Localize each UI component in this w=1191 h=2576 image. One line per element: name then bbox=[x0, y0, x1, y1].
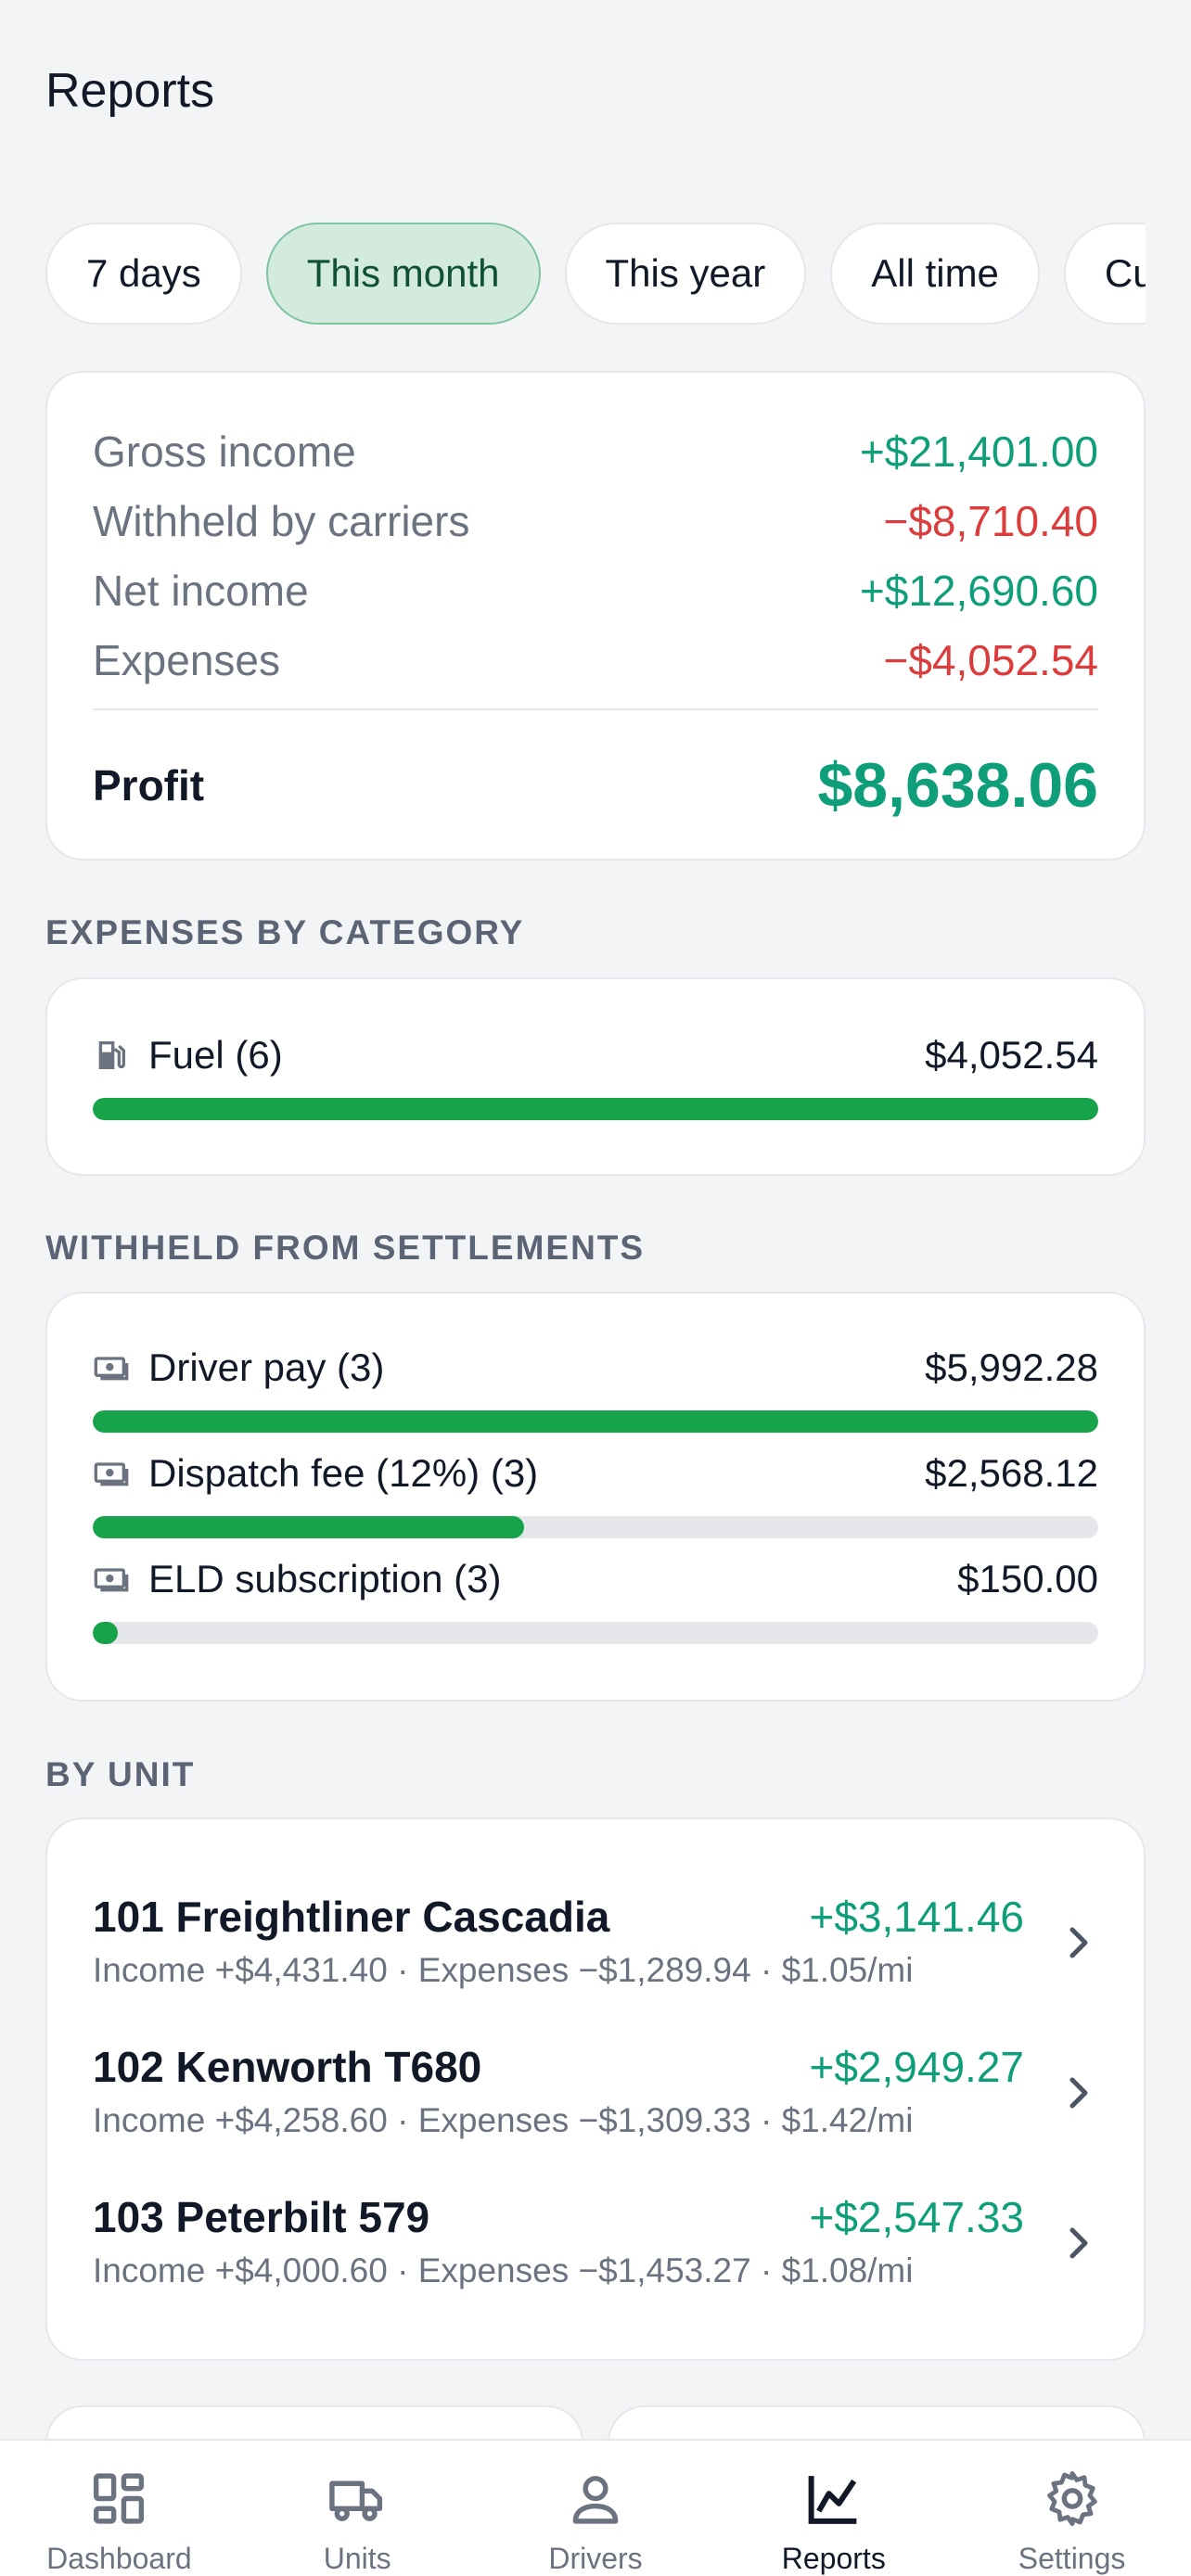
withheld-label: ELD subscription (3) bbox=[148, 1557, 502, 1600]
nav-label: Units bbox=[323, 2542, 391, 2575]
page-title: Reports bbox=[45, 64, 215, 118]
withheld-bar-track bbox=[93, 1622, 1098, 1644]
withheld-bar-fill bbox=[93, 1410, 1098, 1433]
by-unit-title: BY UNIT bbox=[45, 1755, 196, 1793]
nav-settings[interactable]: Settings bbox=[953, 2441, 1191, 2576]
withheld-bar-fill bbox=[93, 1516, 524, 1538]
unit-row-101[interactable]: 101 Freightliner Cascadia +$3,141.46 Inc… bbox=[93, 1892, 1098, 2012]
withheld-row-dispatch-fee[interactable]: Dispatch fee (12%) (3) $2,568.12 bbox=[93, 1446, 1098, 1548]
expenses-value: −$4,052.54 bbox=[883, 636, 1098, 684]
category-bar-track bbox=[93, 1098, 1098, 1120]
unit-profit: +$2,547.33 bbox=[809, 2193, 1024, 2241]
nav-dashboard[interactable]: Dashboard bbox=[0, 2441, 238, 2576]
withheld-amount: $5,992.28 bbox=[925, 1345, 1098, 1389]
summary-divider bbox=[93, 708, 1098, 710]
gear-icon bbox=[1046, 2470, 1097, 2527]
period-filter: 7 days This month This year All time Cus… bbox=[45, 223, 1146, 326]
withheld-row: Withheld by carriers −$8,710.40 bbox=[93, 493, 1098, 549]
bottom-nav: Dashboard Units Drivers Reports Settings bbox=[0, 2439, 1191, 2576]
expenses-label: Expenses bbox=[93, 636, 281, 684]
person-icon bbox=[572, 2476, 619, 2524]
nav-drivers[interactable]: Drivers bbox=[477, 2441, 715, 2576]
withheld-from-settlements-title: WITHHELD FROM SETTLEMENTS bbox=[45, 1229, 646, 1267]
nav-label: Settings bbox=[1018, 2542, 1126, 2575]
unit-details: Income +$4,431.40 · Expenses −$1,289.94 … bbox=[93, 1951, 914, 1989]
chevron-right-icon bbox=[1069, 2077, 1088, 2109]
category-row-fuel[interactable]: Fuel (6) $4,052.54 bbox=[93, 1027, 1098, 1129]
nav-units[interactable]: Units bbox=[238, 2441, 477, 2576]
fuel-icon bbox=[93, 1037, 130, 1074]
nav-label: Reports bbox=[781, 2542, 886, 2575]
unit-name: 103 Peterbilt 579 bbox=[93, 2193, 430, 2241]
withheld-row-eld-subscription[interactable]: ELD subscription (3) $150.00 bbox=[93, 1551, 1098, 1653]
gross-income-value: +$21,401.00 bbox=[859, 427, 1098, 476]
withheld-value: −$8,710.40 bbox=[883, 497, 1098, 545]
profit-value: $8,638.06 bbox=[817, 750, 1098, 821]
category-label: Fuel (6) bbox=[148, 1033, 283, 1077]
net-income-value: +$12,690.60 bbox=[859, 567, 1098, 615]
withheld-amount: $2,568.12 bbox=[925, 1451, 1098, 1495]
dashboard-icon bbox=[94, 2473, 145, 2524]
nav-label: Dashboard bbox=[46, 2542, 192, 2575]
nav-reports[interactable]: Reports bbox=[714, 2441, 953, 2576]
period-chip-7-days[interactable]: 7 days bbox=[45, 223, 242, 325]
chevron-right-icon bbox=[1069, 1927, 1088, 1958]
withheld-bar-track bbox=[93, 1410, 1098, 1433]
cash-icon bbox=[93, 1349, 130, 1386]
by-unit-card: 101 Freightliner Cascadia +$3,141.46 Inc… bbox=[45, 1817, 1146, 2361]
unit-name: 101 Freightliner Cascadia bbox=[93, 1893, 610, 1941]
chart-icon bbox=[808, 2476, 857, 2524]
profit-row: Profit $8,638.06 bbox=[93, 739, 1098, 832]
summary-card: Gross income +$21,401.00 Withheld by car… bbox=[45, 371, 1146, 861]
withheld-row-driver-pay[interactable]: Driver pay (3) $5,992.28 bbox=[93, 1340, 1098, 1442]
gross-income-label: Gross income bbox=[93, 427, 356, 476]
period-chip-this-year[interactable]: This year bbox=[564, 223, 807, 325]
gross-income-row: Gross income +$21,401.00 bbox=[93, 424, 1098, 479]
period-chip-custom[interactable]: Custom bbox=[1063, 223, 1146, 325]
withheld-bar-fill bbox=[93, 1622, 119, 1644]
withheld-card: Driver pay (3) $5,992.28 Dispatch fee (1… bbox=[45, 1292, 1146, 1702]
profit-label: Profit bbox=[93, 761, 205, 810]
expenses-by-category-title: EXPENSES BY CATEGORY bbox=[45, 913, 525, 951]
net-income-label: Net income bbox=[93, 567, 309, 615]
cash-icon bbox=[93, 1561, 130, 1598]
cash-icon bbox=[93, 1455, 130, 1492]
withheld-bar-track bbox=[93, 1516, 1098, 1538]
withheld-label: Driver pay (3) bbox=[148, 1345, 385, 1389]
unit-details: Income +$4,258.60 · Expenses −$1,309.33 … bbox=[93, 2101, 914, 2139]
unit-row-102[interactable]: 102 Kenworth T680 +$2,949.27 Income +$4,… bbox=[93, 2042, 1098, 2162]
withheld-label: Dispatch fee (12%) (3) bbox=[148, 1451, 539, 1495]
period-chip-all-time[interactable]: All time bbox=[830, 223, 1040, 325]
unit-row-103[interactable]: 103 Peterbilt 579 +$2,547.33 Income +$4,… bbox=[93, 2192, 1098, 2313]
expenses-by-category-card: Fuel (6) $4,052.54 bbox=[45, 977, 1146, 1176]
category-bar-fill bbox=[93, 1098, 1098, 1120]
unit-profit: +$2,949.27 bbox=[809, 2043, 1024, 2091]
chevron-right-icon bbox=[1069, 2227, 1088, 2259]
period-chip-this-month[interactable]: This month bbox=[265, 223, 541, 325]
net-income-row: Net income +$12,690.60 bbox=[93, 563, 1098, 618]
expenses-row: Expenses −$4,052.54 bbox=[93, 632, 1098, 688]
category-amount: $4,052.54 bbox=[925, 1033, 1098, 1077]
withheld-amount: $150.00 bbox=[957, 1557, 1098, 1600]
unit-profit: +$3,141.46 bbox=[809, 1893, 1024, 1941]
withheld-label: Withheld by carriers bbox=[93, 497, 470, 545]
truck-icon bbox=[329, 2480, 383, 2521]
nav-label: Drivers bbox=[548, 2542, 643, 2575]
unit-name: 102 Kenworth T680 bbox=[93, 2043, 482, 2091]
unit-details: Income +$4,000.60 · Expenses −$1,453.27 … bbox=[93, 2251, 914, 2289]
